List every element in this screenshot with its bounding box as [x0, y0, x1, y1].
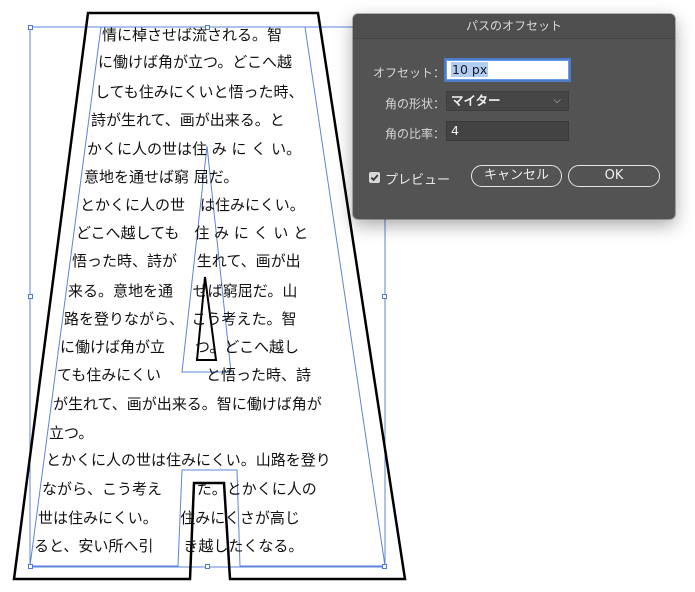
corner-select-value: マイター [451, 93, 501, 108]
selection-handle-middle-right[interactable] [382, 294, 387, 299]
corner-label: 角の形状： [384, 97, 445, 111]
corner-select[interactable]: マイター ⌵ [446, 91, 569, 111]
ratio-input[interactable]: 4 [446, 121, 569, 141]
text-line: 悟った時、詩が 生れて、画が出 [72, 252, 301, 270]
text-line: とかくに人の世 は住みにくい。 [80, 196, 305, 214]
text-line: 情に棹させば流される。智 [102, 26, 283, 44]
selection-handle-bottom-left[interactable] [28, 564, 33, 569]
text-line: 来る。意地を通 せば窮屈だ。山 [68, 282, 298, 300]
chevron-down-icon: ⌵ [553, 95, 561, 106]
text-line: ても住みにくい と悟った時、詩 [57, 366, 311, 384]
dialog-title: パスのオフセット [353, 14, 675, 39]
selection-handle-middle-left[interactable] [28, 294, 33, 299]
text-line: とかくに人の世は住みにくい。山路を登り [46, 451, 331, 469]
text-line: が生れて、画が出来る。智に働けば角が [53, 395, 322, 413]
text-line: 意地を通せば窮 屈だ。 [84, 168, 239, 186]
selection-handle-bottom-right[interactable] [382, 564, 387, 569]
preview-label: プレビュー [385, 173, 451, 188]
preview-checkbox[interactable] [369, 172, 380, 183]
text-line: しても住みにくいと悟った時、 [95, 83, 304, 101]
selection-handle-top-left[interactable] [28, 25, 33, 30]
checkmark-icon [370, 174, 379, 182]
offset-label: オフセット： [372, 66, 445, 80]
text-line: 世は住みにくい。 住みにくさが高じ [38, 509, 300, 527]
text-line: に働けば角が立つ。どこへ越 [98, 53, 292, 71]
text-line: かくに人の世は住 み に く い。 [87, 140, 302, 158]
offset-input[interactable]: 10 px [446, 60, 569, 80]
text-line: ながら、こう考え た。とかくに人の [42, 480, 317, 498]
offset-input-value: 10 px [451, 62, 489, 77]
ratio-label: 角の比率： [384, 127, 445, 141]
cancel-button[interactable]: キャンセル [471, 165, 562, 187]
text-line: 路を登りながら、 こう考えた。智 [64, 310, 297, 328]
offset-path-dialog: パスのオフセット オフセット： 10 px 角の形状： マイター ⌵ 角の比率：… [353, 14, 675, 219]
ok-button[interactable]: OK [568, 165, 660, 187]
text-line: どこへ越しても 住 み に く い と [76, 224, 309, 242]
text-line: ると、安い所へ引 き越したくなる。 [34, 537, 304, 555]
text-line: 詩が生れて、画が出来る。と [91, 111, 285, 129]
text-line: 立つ。 [49, 424, 94, 442]
selection-handle-bottom-middle[interactable] [205, 564, 210, 569]
text-line: に働けば角が立 つ。どこへ越し [60, 338, 299, 356]
